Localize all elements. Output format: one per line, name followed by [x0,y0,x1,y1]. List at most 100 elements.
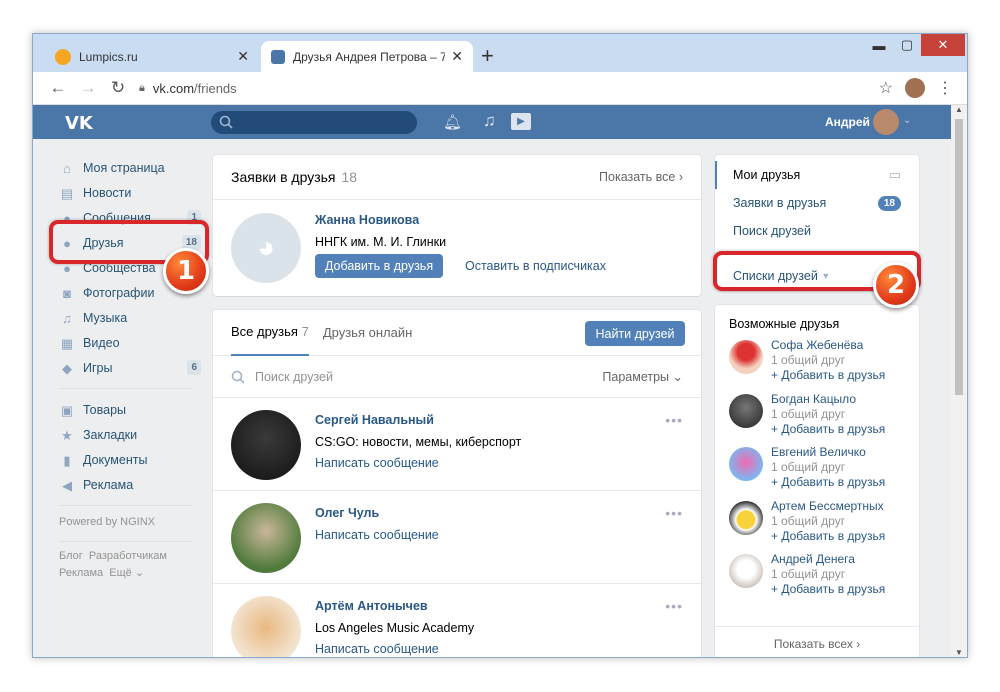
nav-my-page[interactable]: ⌂ Моя страница [59,155,201,180]
more-dots-icon[interactable]: ••• [665,598,683,614]
address-bar[interactable]: 🔒︎ vk.com/friends [139,81,879,96]
possible-friend-avatar[interactable] [729,554,763,588]
page-scrollbar[interactable]: ▲ ▼ [951,105,967,657]
menu-search-friends[interactable]: Поиск друзей [715,217,919,245]
bell-icon[interactable]: 🔔︎ [443,113,462,131]
add-to-friends-link[interactable]: + Добавить в друзья [771,475,885,489]
close-tab-icon[interactable]: ✕ [237,48,249,65]
menu-kebab-icon[interactable]: ⋮ [937,78,953,98]
possible-friend-name[interactable]: Софа Жебенёва [771,338,863,352]
nav-video[interactable]: ▦ Видео [59,330,201,355]
tab-vk-friends[interactable]: Друзья Андрея Петрова – 7 дру ✕ [261,41,473,72]
more-dots-icon[interactable]: ••• [665,412,683,428]
find-friends-button[interactable]: Найти друзей [585,321,685,346]
star-icon: ★ [61,427,73,443]
calendar-icon[interactable]: ▭ [889,167,901,183]
mutual-friends[interactable]: 1 общий друг [771,514,845,528]
nav-ads[interactable]: ◀ Реклама [59,472,201,497]
profile-avatar[interactable] [905,78,925,98]
menu-friend-requests[interactable]: Заявки в друзья 18 [715,189,919,217]
possible-friend-avatar[interactable] [729,393,763,428]
close-tab-icon[interactable]: ✕ [451,48,463,65]
keep-as-follower-link[interactable]: Оставить в подписчиках [465,259,606,273]
url-path: /friends [194,80,237,96]
nav-bookmarks[interactable]: ★ Закладки [59,422,201,447]
forward-icon[interactable]: → [73,78,103,98]
footer-more-link[interactable]: Ещё [109,567,132,579]
nav-music[interactable]: ♫ Музыка [59,305,201,330]
nav-games[interactable]: ◆ Игры 6 [59,355,201,380]
tab-friends-online[interactable]: Друзья онлайн [323,325,412,340]
write-message-link[interactable]: Написать сообщение [315,642,439,656]
nav-documents[interactable]: ▮ Документы [59,447,201,472]
add-friend-button[interactable]: Добавить в друзья [315,254,443,278]
user-avatar[interactable] [873,109,899,135]
requester-name[interactable]: Жанна Новикова [315,213,419,227]
camera-icon: ◙ [63,285,71,301]
add-to-friends-link[interactable]: + Добавить в друзья [771,529,885,543]
browser-toolbar: ← → ↻ 🔒︎ vk.com/friends ☆ ⋮ [33,72,967,105]
minimize-icon[interactable]: ▬ [865,34,893,56]
header-search[interactable] [211,111,417,134]
requester-avatar-placeholder[interactable]: ◕ [231,213,301,283]
add-to-friends-link[interactable]: + Добавить в друзья [771,582,885,596]
mutual-friends[interactable]: 1 общий друг [771,460,845,474]
show-all-possible-link[interactable]: Показать всех › [715,626,919,657]
possible-friend-name[interactable]: Евгений Величко [771,445,866,459]
nav-label: Музыка [83,310,128,325]
friend-avatar[interactable] [231,503,301,573]
possible-friend-name[interactable]: Артем Бессмертных [771,499,884,513]
nav-goods[interactable]: ▣ Товары [59,397,201,422]
mutual-friends[interactable]: 1 общий друг [771,567,845,581]
tab-all-friends[interactable]: Все друзья 7 [231,310,309,356]
nav-divider [59,505,193,506]
scroll-down-icon[interactable]: ▼ [955,648,963,657]
scrollbar-thumb[interactable] [955,119,963,395]
megaphone-icon: ◀ [62,477,72,493]
more-dots-icon[interactable]: ••• [665,505,683,521]
footer-links: Блог Разработчикам Реклама Ещё ⌄ [59,548,201,582]
menu-my-friends[interactable]: Мои друзья ▭ [715,161,919,189]
friend-avatar[interactable] [231,410,301,480]
chevron-down-icon[interactable]: ⌄ [903,115,911,126]
tab-title: Lumpics.ru [79,49,138,64]
possible-friend-name[interactable]: Андрей Денега [771,552,855,566]
write-message-link[interactable]: Написать сообщение [315,528,439,542]
vk-logo[interactable]: VK [65,113,93,134]
new-tab-button[interactable]: + [481,43,494,69]
possible-friend-avatar[interactable] [729,500,763,535]
possible-friend-avatar[interactable] [729,340,763,374]
parameters-dropdown[interactable]: Параметры ⌄ [602,369,683,384]
step-marker-2: 2 [873,262,919,308]
write-message-link[interactable]: Написать сообщение [315,456,439,470]
friends-search-input[interactable]: Поиск друзей [255,370,333,384]
maximize-icon[interactable]: ▢ [893,34,921,56]
friend-name[interactable]: Сергей Навальный [315,413,434,427]
friend-name[interactable]: Артём Антонычев [315,599,428,613]
games-icon: ◆ [62,360,72,376]
user-name[interactable]: Андрей [825,115,870,129]
footer-ads-link[interactable]: Реклама [59,567,103,579]
footer-blog-link[interactable]: Блог [59,550,83,562]
music-note-icon[interactable]: ♫ [483,111,496,131]
bookmark-star-icon[interactable]: ☆ [879,78,893,98]
mutual-friends[interactable]: 1 общий друг [771,407,845,421]
reload-icon[interactable]: ↻ [103,78,133,98]
menu-label: Мои друзья [733,168,801,182]
close-window-icon[interactable]: ✕ [921,34,965,56]
add-to-friends-link[interactable]: + Добавить в друзья [771,422,885,436]
play-icon[interactable]: ▶ [511,113,531,130]
friend-avatar[interactable] [231,596,301,657]
mutual-friends[interactable]: 1 общий друг [771,353,845,367]
back-icon[interactable]: ← [43,78,73,98]
friend-name[interactable]: Олег Чуль [315,506,379,520]
tab-lumpics[interactable]: Lumpics.ru ✕ [45,41,259,72]
nav-news[interactable]: ▤ Новости [59,180,201,205]
footer-dev-link[interactable]: Разработчикам [89,550,167,562]
step-marker-1: 1 [163,248,209,294]
scroll-up-icon[interactable]: ▲ [955,105,963,114]
add-to-friends-link[interactable]: + Добавить в друзья [771,368,885,382]
possible-friend-name[interactable]: Богдан Кацыло [771,392,856,406]
show-all-requests-link[interactable]: Показать все › [599,170,683,184]
possible-friend-avatar[interactable] [729,447,763,481]
